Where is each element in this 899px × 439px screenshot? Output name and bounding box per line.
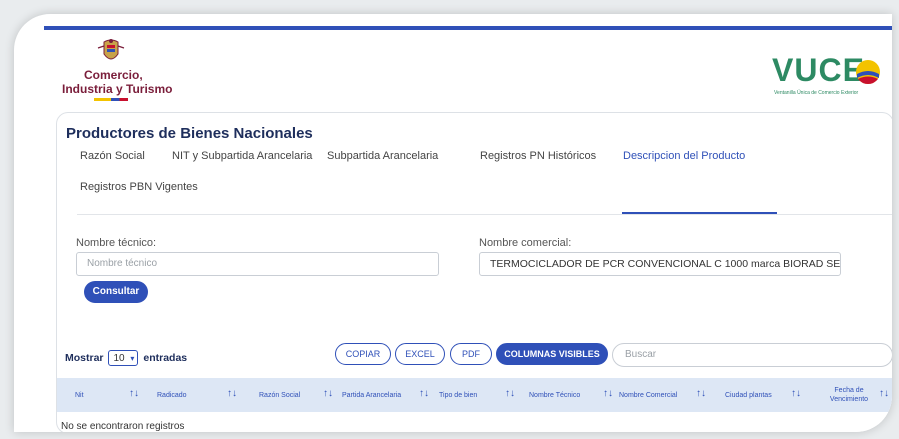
nombre-comercial-input[interactable]: TERMOCICLADOR DE PCR CONVENCIONAL C 1000… (479, 252, 841, 276)
page-size-control: Mostrar 10 ▾ entradas (65, 350, 187, 366)
column-header-nombre-tecnico[interactable]: Nombre Técnico (529, 378, 589, 412)
sort-icon[interactable]: ↑↓ (505, 388, 515, 399)
colombia-shield-icon (97, 39, 125, 60)
column-header-partida[interactable]: Partida Arancelaria (342, 378, 422, 412)
sort-icon[interactable]: ↑↓ (323, 388, 333, 399)
page-size-select[interactable]: 10 ▾ (108, 350, 139, 366)
search-input[interactable]: Buscar (612, 343, 892, 367)
ministry-logo-line2: Industria y Turismo (62, 82, 173, 96)
column-header-razon-social[interactable]: Razón Social (259, 378, 319, 412)
sort-icon[interactable]: ↑↓ (791, 388, 801, 399)
page-size-value: 10 (113, 353, 125, 364)
column-header-nit[interactable]: Nit (75, 378, 99, 412)
tab-registros-vigentes[interactable]: Registros PBN Vigentes (80, 181, 198, 193)
tab-registros-historicos[interactable]: Registros PN Históricos (480, 150, 596, 162)
nombre-tecnico-input[interactable]: Nombre técnico (76, 252, 439, 276)
app-frame: Comercio, Industria y Turismo VUCE Venta… (14, 14, 892, 432)
vuce-logo-subtitle: Ventanilla Única de Comercio Exterior (774, 90, 859, 96)
nombre-tecnico-label: Nombre técnico: (76, 237, 157, 249)
flag-stripe (94, 98, 128, 101)
top-accent-bar (44, 26, 892, 30)
entradas-label: entradas (143, 351, 188, 364)
sort-icon[interactable]: ↑↓ (603, 388, 613, 399)
tabs-divider (77, 214, 892, 215)
vuce-logo-text: VUCE (772, 52, 865, 88)
nombre-comercial-label: Nombre comercial: (479, 237, 572, 249)
column-header-ciudad[interactable]: Ciudad plantas (725, 378, 781, 412)
vuce-logo[interactable]: VUCE Ventanilla Única de Comercio Exteri… (772, 52, 882, 100)
pdf-button[interactable]: PDF (450, 343, 492, 365)
tab-razon-social[interactable]: Razón Social (80, 150, 145, 162)
chevron-down-icon: ▾ (130, 354, 135, 363)
ministry-logo[interactable]: Comercio, Industria y Turismo (54, 38, 174, 118)
empty-table-message: No se encontraron registros (61, 421, 185, 432)
table-header: Nit ↑↓ Radicado ↑↓ Razón Social ↑↓ Parti… (57, 378, 892, 412)
search-card: Productores de Bienes Nacionales Razón S… (56, 112, 892, 432)
consultar-button[interactable]: Consultar (84, 281, 148, 303)
mostrar-label: Mostrar (65, 351, 104, 364)
active-tab-indicator (622, 212, 777, 214)
vuce-ball-icon (856, 60, 880, 84)
column-header-tipo-bien[interactable]: Tipo de bien (439, 378, 487, 412)
column-header-radicado[interactable]: Radicado (157, 378, 207, 412)
copiar-button[interactable]: COPIAR (335, 343, 391, 365)
sort-icon[interactable]: ↑↓ (129, 388, 139, 399)
tab-descripcion-producto[interactable]: Descripcion del Producto (623, 150, 745, 162)
sort-icon[interactable]: ↑↓ (879, 388, 889, 399)
tab-nit-subpartida[interactable]: NIT y Subpartida Arancelaria (172, 150, 312, 162)
page-title: Productores de Bienes Nacionales (66, 125, 313, 142)
tab-subpartida[interactable]: Subpartida Arancelaria (327, 150, 438, 162)
excel-button[interactable]: EXCEL (395, 343, 445, 365)
column-header-nombre-comercial[interactable]: Nombre Comercial (619, 378, 691, 412)
column-header-fecha-vencimiento[interactable]: Fecha de Vencimiento (825, 378, 873, 412)
columnas-visibles-button[interactable]: COLUMNAS VISIBLES (496, 343, 608, 365)
sort-icon[interactable]: ↑↓ (419, 388, 429, 399)
sort-icon[interactable]: ↑↓ (696, 388, 706, 399)
sort-icon[interactable]: ↑↓ (227, 388, 237, 399)
ministry-logo-line1: Comercio, (84, 68, 143, 82)
